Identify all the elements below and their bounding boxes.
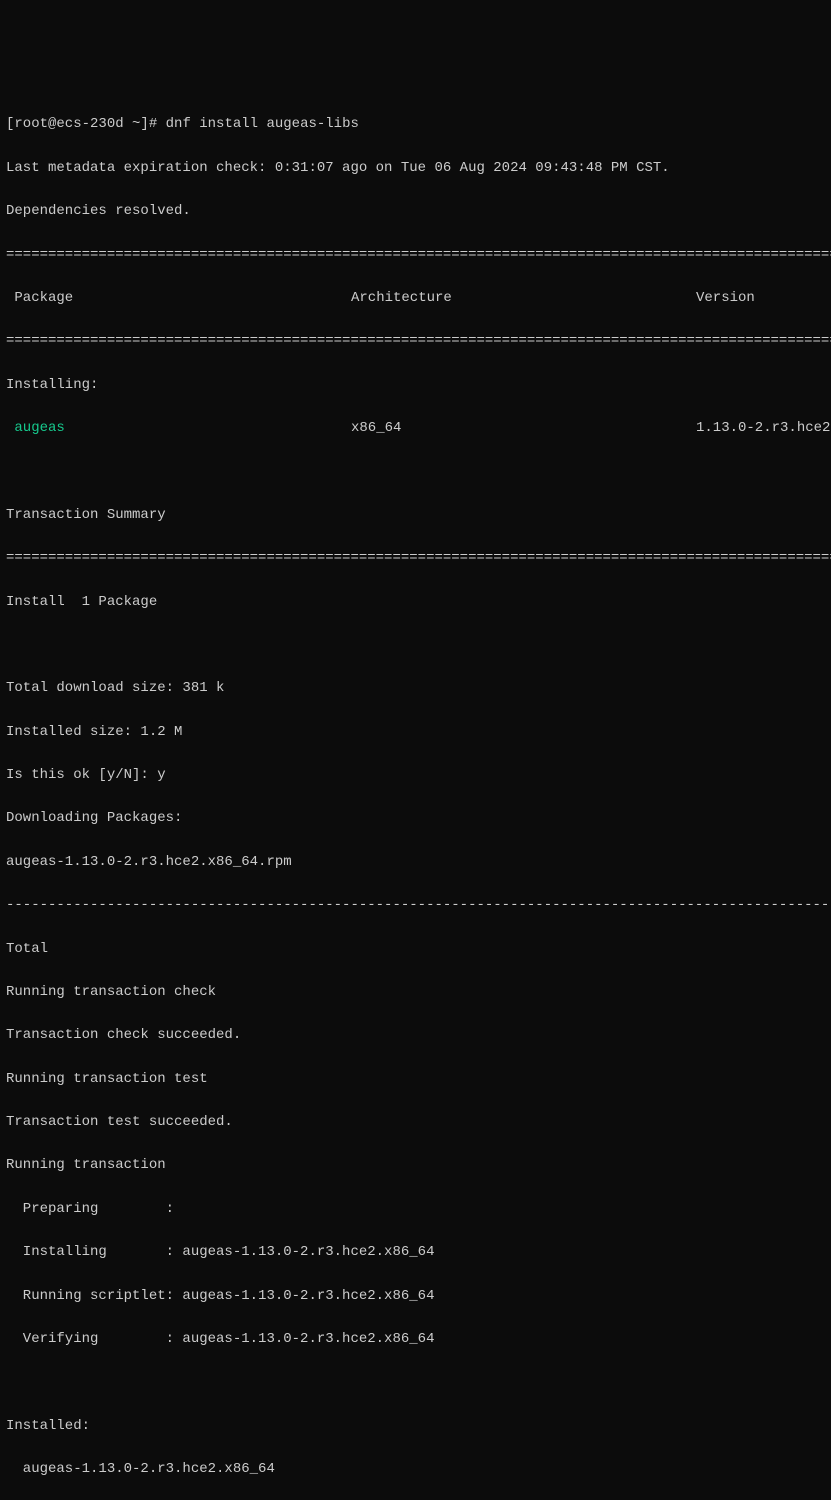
divider: ========================================… — [6, 245, 831, 267]
package-name-cell: augeas — [6, 418, 351, 440]
transaction-summary: Transaction Summary — [6, 505, 831, 527]
installed-package: augeas-1.13.0-2.r3.hce2.x86_64 — [6, 1459, 831, 1481]
install-count: Install 1 Package — [6, 592, 831, 614]
total-label: Total — [6, 939, 831, 961]
run-check: Running transaction check — [6, 982, 831, 1004]
check-ok: Transaction check succeeded. — [6, 1025, 831, 1047]
blank-line — [6, 635, 831, 657]
blank-line — [6, 1372, 831, 1394]
divider: ========================================… — [6, 548, 831, 570]
terminal-output: [root@ecs-230d ~]# dnf install augeas-li… — [6, 93, 831, 1500]
step-installing: Installing : augeas-1.13.0-2.r3.hce2.x86… — [6, 1242, 831, 1264]
divider: ========================================… — [6, 331, 831, 353]
metadata-line: Last metadata expiration check: 0:31:07 … — [6, 158, 831, 180]
run-test: Running transaction test — [6, 1069, 831, 1091]
shell-prompt: [root@ecs-230d ~]# — [6, 116, 166, 132]
test-ok: Transaction test succeeded. — [6, 1112, 831, 1134]
header-package: Package — [6, 288, 351, 310]
package-arch: x86_64 — [351, 418, 696, 440]
run-transaction: Running transaction — [6, 1155, 831, 1177]
blank-line — [6, 461, 831, 483]
divider: ----------------------------------------… — [6, 895, 831, 917]
installing-label: Installing: — [6, 375, 831, 397]
deps-resolved: Dependencies resolved. — [6, 201, 831, 223]
download-size: Total download size: 381 k — [6, 678, 831, 700]
table-header: PackageArchitectureVersion — [6, 288, 831, 310]
downloading-label: Downloading Packages: — [6, 808, 831, 830]
prompt-line: [root@ecs-230d ~]# dnf install augeas-li… — [6, 114, 831, 136]
rpm-file: augeas-1.13.0-2.r3.hce2.x86_64.rpm — [6, 852, 831, 874]
command-text: dnf install augeas-libs — [166, 116, 359, 132]
step-scriptlet: Running scriptlet: augeas-1.13.0-2.r3.hc… — [6, 1286, 831, 1308]
header-version: Version — [696, 288, 831, 310]
installed-size: Installed size: 1.2 M — [6, 722, 831, 744]
confirm-prompt: Is this ok [y/N]: y — [6, 765, 831, 787]
step-verifying: Verifying : augeas-1.13.0-2.r3.hce2.x86_… — [6, 1329, 831, 1351]
installed-label: Installed: — [6, 1416, 831, 1438]
package-name: augeas — [14, 420, 64, 436]
step-preparing: Preparing : — [6, 1199, 831, 1221]
header-architecture: Architecture — [351, 288, 696, 310]
package-version: 1.13.0-2.r3.hce2 — [696, 418, 831, 440]
package-row: augeas x86_641.13.0-2.r3.hce2 — [6, 418, 831, 440]
